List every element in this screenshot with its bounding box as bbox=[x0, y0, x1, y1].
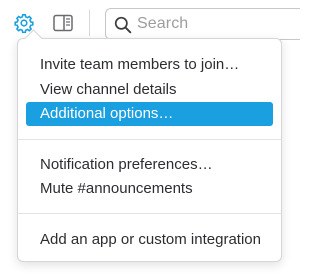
search-input[interactable]: Search bbox=[105, 8, 300, 40]
menu-divider bbox=[18, 213, 281, 214]
menu-item-mute-announcements[interactable]: Mute #announcements bbox=[26, 177, 273, 201]
sidebar-toggle-icon[interactable] bbox=[52, 12, 74, 34]
search-placeholder: Search bbox=[137, 15, 189, 32]
menu-item-additional-options[interactable]: Additional options… bbox=[26, 102, 273, 126]
menu-item-add-app-integration[interactable]: Add an app or custom integration bbox=[26, 228, 273, 252]
search-icon bbox=[114, 16, 132, 34]
menu-divider bbox=[18, 139, 281, 140]
menu-item-view-channel-details[interactable]: View channel details bbox=[26, 78, 273, 102]
channel-options-menu: Invite team members to join… View channe… bbox=[17, 29, 282, 262]
toolbar-divider bbox=[89, 10, 90, 36]
menu-item-notification-preferences[interactable]: Notification preferences… bbox=[26, 153, 273, 177]
menu-item-invite-team-members[interactable]: Invite team members to join… bbox=[26, 53, 273, 77]
